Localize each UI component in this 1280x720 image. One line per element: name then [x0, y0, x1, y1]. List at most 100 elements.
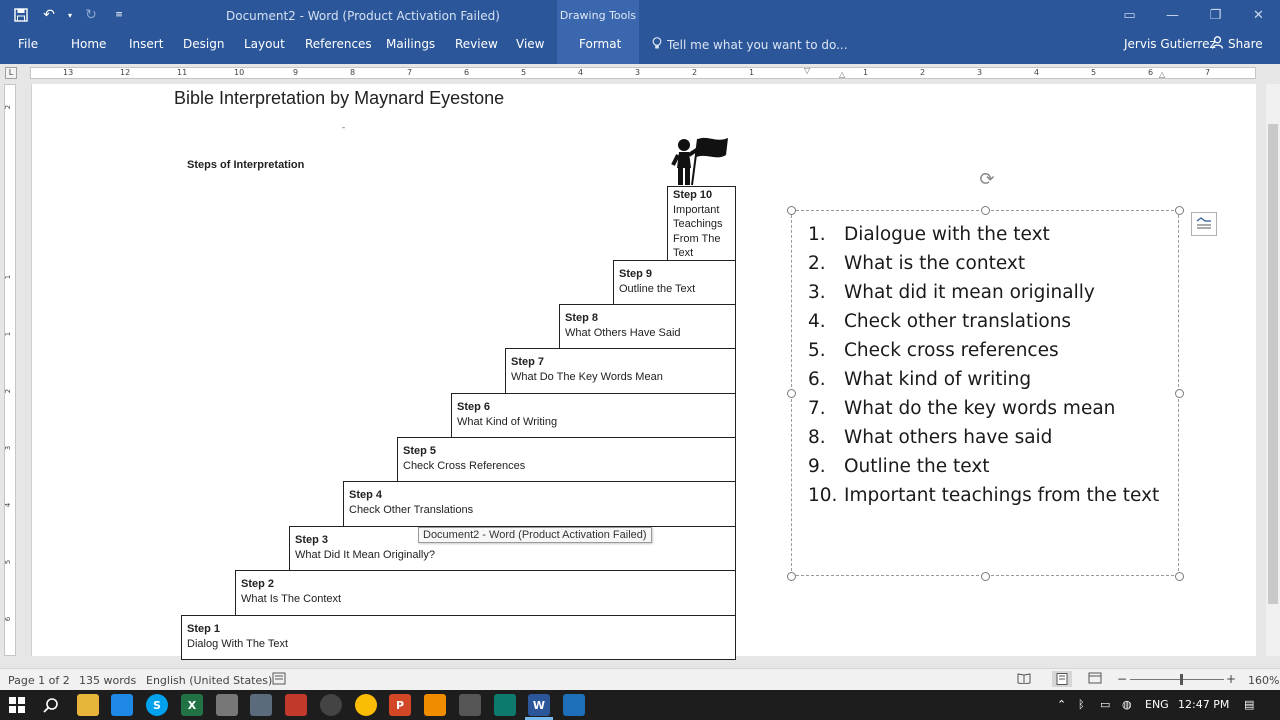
redo-icon[interactable]: ↻ — [80, 4, 102, 26]
web-layout-icon[interactable] — [1088, 672, 1102, 687]
network-icon[interactable]: ◍ — [1122, 698, 1132, 711]
file-explorer-icon[interactable] — [77, 694, 99, 716]
tab-mailings[interactable]: Mailings — [386, 37, 435, 51]
tab-format[interactable]: Format — [579, 37, 621, 51]
word-icon[interactable]: W — [528, 694, 550, 716]
ribbon-display-options-icon[interactable]: ▭ — [1108, 0, 1151, 30]
step-box[interactable]: Step 9 Outline the Text — [613, 260, 736, 305]
step-box[interactable]: Step 1 Dialog With The Text — [181, 615, 736, 660]
resize-handle[interactable] — [787, 206, 796, 215]
resize-handle[interactable] — [981, 572, 990, 581]
vertical-ruler[interactable]: 2 1 1 2 3 4 5 6 — [4, 84, 16, 656]
resize-handle[interactable] — [1175, 572, 1184, 581]
layout-options-button[interactable] — [1191, 212, 1217, 236]
resize-handle[interactable] — [1175, 206, 1184, 215]
tell-me-search[interactable]: Tell me what you want to do... — [652, 37, 848, 53]
save-icon[interactable] — [10, 4, 32, 26]
zoom-slider[interactable] — [1130, 679, 1224, 680]
tab-insert[interactable]: Insert — [129, 37, 163, 51]
bluetooth-icon[interactable]: ᛒ — [1078, 698, 1085, 711]
search-icon[interactable] — [40, 694, 62, 716]
step-box[interactable]: Step 2 What Is The Context — [235, 570, 736, 616]
skype-icon[interactable]: S — [146, 694, 168, 716]
cursor-mark: - — [342, 123, 346, 133]
zoom-slider-thumb[interactable] — [1180, 674, 1183, 685]
language-indicator[interactable]: English (United States) — [146, 674, 272, 687]
print-layout-icon[interactable] — [1052, 671, 1072, 687]
tray-overflow-icon[interactable]: ⌃ — [1057, 698, 1066, 711]
minimize-icon[interactable]: — — [1151, 0, 1194, 30]
ruler-label: 6 — [4, 616, 13, 622]
step-box[interactable]: Step 7 What Do The Key Words Mean — [505, 348, 736, 394]
media-app-icon[interactable] — [320, 694, 342, 716]
horizontal-ruler[interactable]: 13 12 11 10 9 8 7 6 5 4 3 2 1 1 2 3 4 5 … — [30, 66, 1256, 79]
app-arrow-icon[interactable] — [494, 694, 516, 716]
step-box[interactable]: Step 5 Check Cross References — [397, 437, 736, 482]
tab-home[interactable]: Home — [71, 37, 106, 51]
ribbon-tabs: File Home Insert Design Layout Reference… — [0, 32, 1280, 64]
calculator-icon[interactable] — [216, 694, 238, 716]
step-text: What Others Have Said — [565, 326, 681, 339]
macro-record-icon[interactable] — [272, 672, 286, 688]
vlc-icon[interactable] — [424, 694, 446, 716]
close-icon[interactable]: ✕ — [1237, 0, 1280, 30]
user-name[interactable]: Jervis Gutierrez — [1124, 37, 1216, 51]
clock[interactable]: 12:47 PM — [1178, 698, 1229, 711]
powerpoint-icon[interactable]: P — [389, 694, 411, 716]
resize-handle[interactable] — [787, 572, 796, 581]
usb-device-icon[interactable] — [459, 694, 481, 716]
step-box[interactable]: Step 4 Check Other Translations — [343, 481, 736, 527]
indent-marker-center[interactable]: △ — [839, 70, 845, 79]
zoom-level[interactable]: 160% — [1248, 674, 1279, 687]
battery-icon[interactable]: ▭ — [1100, 698, 1110, 711]
list-item: 4. Check other translations — [808, 307, 1159, 336]
tell-me-text: Tell me what you want to do... — [667, 38, 848, 52]
lightbulb-icon — [652, 37, 662, 53]
tab-layout[interactable]: Layout — [244, 37, 285, 51]
vertical-scrollbar[interactable] — [1266, 84, 1280, 656]
restore-icon[interactable]: ❐ — [1194, 0, 1237, 30]
undo-icon[interactable]: ↶ — [38, 4, 60, 26]
zoom-in-button[interactable]: + — [1226, 672, 1236, 686]
indent-marker-right[interactable]: △ — [1159, 70, 1165, 79]
resize-handle[interactable] — [981, 206, 990, 215]
window-controls: ▭ — ❐ ✕ — [1108, 0, 1280, 30]
scrollbar-thumb[interactable] — [1268, 124, 1278, 604]
tab-selector[interactable]: L — [5, 67, 17, 79]
tab-review[interactable]: Review — [455, 37, 498, 51]
page-count[interactable]: Page 1 of 2 — [8, 674, 70, 687]
zoom-out-button[interactable]: − — [1117, 672, 1127, 686]
list-number: 4. — [808, 311, 826, 332]
windows-start-icon[interactable] — [6, 694, 28, 716]
camera-app-icon[interactable] — [250, 694, 272, 716]
list-number: 3. — [808, 282, 826, 303]
read-mode-icon[interactable] — [1017, 672, 1031, 687]
resize-handle[interactable] — [1175, 389, 1184, 398]
resize-handle[interactable] — [787, 389, 796, 398]
step-text: What Did It Mean Originally? — [295, 548, 435, 561]
calendar-app-icon[interactable] — [111, 694, 133, 716]
chrome-icon[interactable] — [355, 694, 377, 716]
keyboard-language[interactable]: ENG — [1145, 698, 1169, 711]
step-box[interactable]: Step 6 What Kind of Writing — [451, 393, 736, 438]
action-center-icon[interactable]: ▤ — [1244, 698, 1254, 711]
word-count[interactable]: 135 words — [79, 674, 136, 687]
step-box[interactable]: Step 8 What Others Have Said — [559, 304, 736, 349]
tab-references[interactable]: References — [305, 37, 372, 51]
customize-qat-icon[interactable]: ≡ — [108, 4, 130, 26]
tab-design[interactable]: Design — [183, 37, 224, 51]
quick-access-toolbar: ↶ ▾ ↻ ≡ — [10, 4, 130, 26]
step-box[interactable]: Step 10 Important Teachings From The Tex… — [667, 186, 736, 261]
excel-icon[interactable]: X — [181, 694, 203, 716]
remote-app-icon[interactable] — [563, 694, 585, 716]
steps-heading: Steps of Interpretation — [187, 159, 305, 171]
share-button[interactable]: Share — [1211, 36, 1263, 52]
pdf-reader-icon[interactable] — [285, 694, 307, 716]
title-bar: ↶ ▾ ↻ ≡ Document2 - Word (Product Activa… — [0, 0, 1280, 32]
tab-view[interactable]: View — [516, 37, 544, 51]
indent-marker-left[interactable]: ▽ — [804, 66, 810, 75]
rotate-handle-icon[interactable]: ⟳ — [976, 169, 998, 191]
undo-dropdown-icon[interactable]: ▾ — [66, 4, 74, 26]
tab-file[interactable]: File — [18, 37, 38, 51]
list-number: 5. — [808, 340, 826, 361]
